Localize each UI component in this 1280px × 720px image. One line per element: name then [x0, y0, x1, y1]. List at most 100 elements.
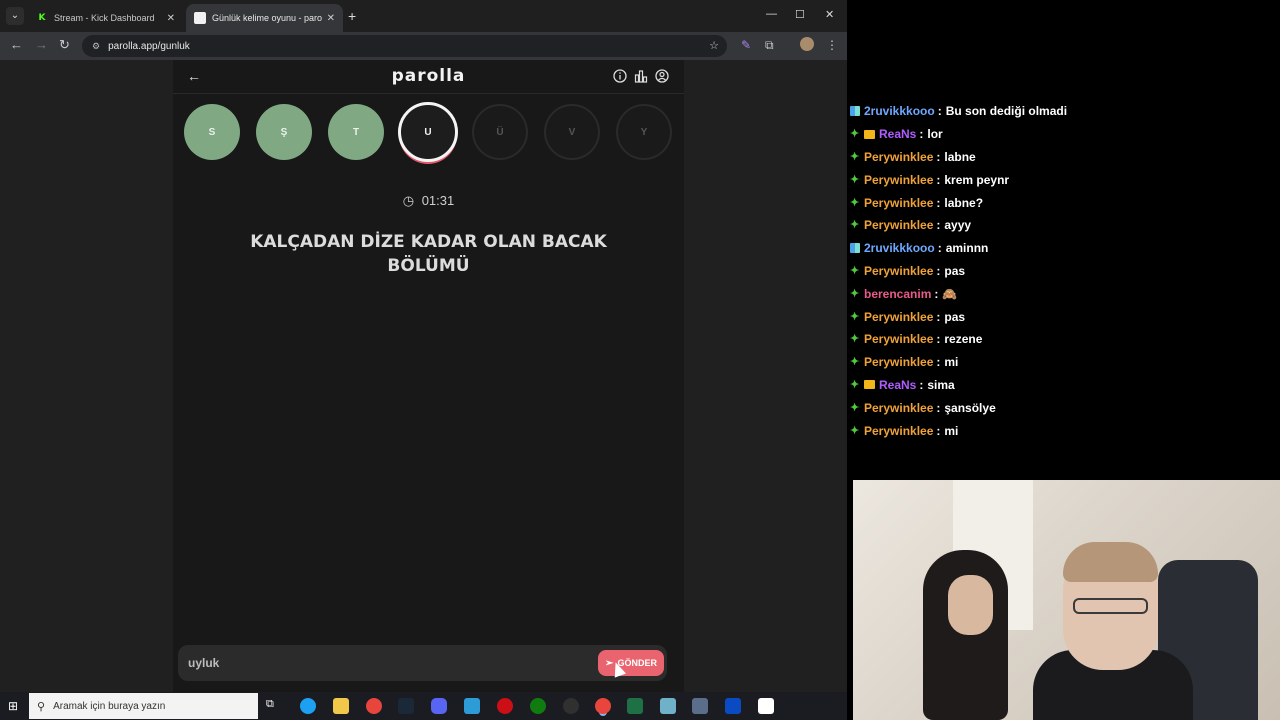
obs-icon[interactable] — [563, 698, 579, 714]
forward-icon[interactable]: → — [35, 37, 48, 52]
task-view-icon[interactable]: ⧉ — [266, 698, 282, 714]
edge-icon[interactable] — [300, 698, 316, 714]
user-icon[interactable] — [655, 69, 669, 83]
reload-icon[interactable]: ↻ — [59, 37, 70, 53]
chat-text: pas — [944, 263, 966, 278]
chat-text: şansölye — [944, 400, 996, 415]
chat-separator: : — [936, 400, 941, 415]
excel-icon[interactable] — [627, 698, 643, 714]
chat-username[interactable]: Perywinklee — [864, 424, 933, 438]
notes-icon[interactable] — [660, 698, 676, 714]
chat-username[interactable]: ReaNs — [879, 378, 916, 392]
streamer-man-hair — [1063, 542, 1158, 582]
opera-icon[interactable] — [497, 698, 513, 714]
chat-username[interactable]: Perywinklee — [864, 173, 933, 187]
chat-text: mi — [944, 423, 959, 438]
info-icon[interactable] — [613, 69, 627, 83]
letter-circle-current: U — [398, 102, 458, 162]
maximize-button[interactable]: ☐ — [795, 8, 805, 21]
windows-start-icon[interactable]: ⊞ — [8, 699, 18, 713]
stats-icon[interactable] — [634, 69, 648, 83]
chat-username[interactable]: Perywinklee — [864, 332, 933, 346]
chat-username[interactable]: 2ruvikkkooo — [864, 104, 935, 118]
chrome-active-icon[interactable] — [595, 698, 611, 714]
extensions-icon[interactable]: ⧉ — [765, 38, 774, 53]
chrome-icon[interactable] — [366, 698, 382, 714]
close-tab-icon[interactable]: ✕ — [327, 13, 335, 24]
chat-username[interactable]: Perywinklee — [864, 401, 933, 415]
profile-avatar[interactable] — [800, 37, 814, 51]
back-icon[interactable]: ← — [10, 37, 23, 52]
chat-username[interactable]: Perywinklee — [864, 196, 933, 210]
stream-chat: 2ruvikkkooo: Bu son dediği olmadi ✦ ReaNs: l… — [848, 100, 1280, 445]
subscriber-badge-icon: ✦ — [850, 173, 860, 186]
brand-title: parolla — [391, 66, 466, 86]
steam-icon[interactable] — [398, 698, 414, 714]
app-icon[interactable] — [464, 698, 480, 714]
file-explorer-icon[interactable] — [333, 698, 349, 714]
tab-title: Stream - Kick Dashboard — [54, 13, 155, 23]
chat-message: ✦ Perywinklee: krem peynr — [848, 168, 1280, 191]
site-info-icon[interactable]: ⚙ — [92, 41, 100, 52]
xbox-icon[interactable] — [530, 698, 546, 714]
close-tab-icon[interactable]: ✕ — [167, 13, 175, 24]
chat-separator: : — [919, 377, 924, 392]
tab-title: Günlük kelime oyunu - paro — [212, 13, 323, 23]
timer: ◷ 01:31 — [173, 193, 684, 209]
search-icon: ⚲ — [37, 700, 46, 713]
send-button[interactable]: ➢ GÖNDER — [598, 650, 664, 676]
subscriber-badge-icon: ✦ — [850, 424, 860, 437]
letter-circle: S — [184, 104, 240, 160]
address-bar[interactable]: ⚙ parolla.app/gunluk ☆ — [82, 35, 727, 57]
chat-separator: : — [936, 332, 941, 347]
chat-separator: : — [936, 195, 941, 210]
chat-username[interactable]: berencanim — [864, 287, 931, 301]
chat-text: mi — [944, 355, 959, 370]
subscriber-badge-icon: ✦ — [850, 310, 860, 323]
tab-search-button[interactable]: ⌄ — [6, 7, 24, 25]
chat-message: ✦ Perywinklee: mi — [848, 351, 1280, 374]
tab-kick-dashboard[interactable]: K Stream - Kick Dashboard ✕ — [28, 4, 183, 32]
browser-toolbar: ← → ↻ ⚙ parolla.app/gunluk ☆ ✎ ⧉ ⋮ — [0, 32, 847, 60]
minimize-button[interactable]: — — [766, 8, 777, 20]
calculator-icon[interactable] — [692, 698, 708, 714]
chat-username[interactable]: ReaNs — [879, 127, 916, 141]
tab-parolla[interactable]: Günlük kelime oyunu - paro ✕ — [186, 4, 343, 32]
chat-text: krem peynr — [944, 172, 1010, 187]
chat-message: ✦ Perywinklee: rezene — [848, 328, 1280, 351]
chat-username[interactable]: 2ruvikkkooo — [864, 241, 935, 255]
chat-messages: 2ruvikkkooo: Bu son dediği olmadi ✦ ReaNs: l… — [848, 100, 1280, 442]
chat-separator: : — [936, 309, 941, 324]
chat-text: labne? — [944, 195, 984, 210]
bookmark-star-icon[interactable]: ☆ — [709, 39, 719, 52]
answer-input[interactable] — [188, 653, 568, 673]
chat-text: rezene — [944, 332, 983, 347]
chat-message: 2ruvikkkooo: aminnn — [848, 237, 1280, 260]
letter-progress: S Ş T U Ü V Y — [183, 102, 683, 164]
chat-separator: : — [937, 241, 942, 256]
glasses — [1073, 598, 1148, 614]
app-header: ← parolla — [173, 60, 684, 94]
chat-username[interactable]: Perywinklee — [864, 218, 933, 232]
parolla-app: ← parolla S Ş T U Ü V Y ◷ 01:31 KALÇADAN… — [173, 60, 684, 692]
subscriber-badge-icon: ✦ — [850, 287, 860, 300]
close-window-button[interactable]: ✕ — [825, 8, 834, 21]
parolla-icon — [194, 12, 206, 24]
pen-extension-icon[interactable]: ✎ — [741, 38, 751, 52]
chat-message: 2ruvikkkooo: Bu son dediği olmadi — [848, 100, 1280, 123]
subscriber-badge-icon: ✦ — [850, 128, 860, 141]
chat-username[interactable]: Perywinklee — [864, 264, 933, 278]
browser-menu-icon[interactable]: ⋮ — [826, 38, 838, 52]
answer-bar: ➢ GÖNDER — [178, 645, 667, 681]
dropbox-icon[interactable] — [725, 698, 741, 714]
discord-icon[interactable] — [431, 698, 447, 714]
kick-icon: K — [38, 13, 46, 23]
chat-username[interactable]: Perywinklee — [864, 150, 933, 164]
taskbar-search[interactable]: ⚲ Aramak için buraya yazın — [29, 693, 258, 719]
chat-separator: : — [936, 218, 941, 233]
streamer-woman-face — [948, 575, 993, 635]
new-tab-button[interactable]: + — [348, 8, 356, 24]
capcut-icon[interactable] — [758, 698, 774, 714]
chat-username[interactable]: Perywinklee — [864, 355, 933, 369]
chat-username[interactable]: Perywinklee — [864, 310, 933, 324]
